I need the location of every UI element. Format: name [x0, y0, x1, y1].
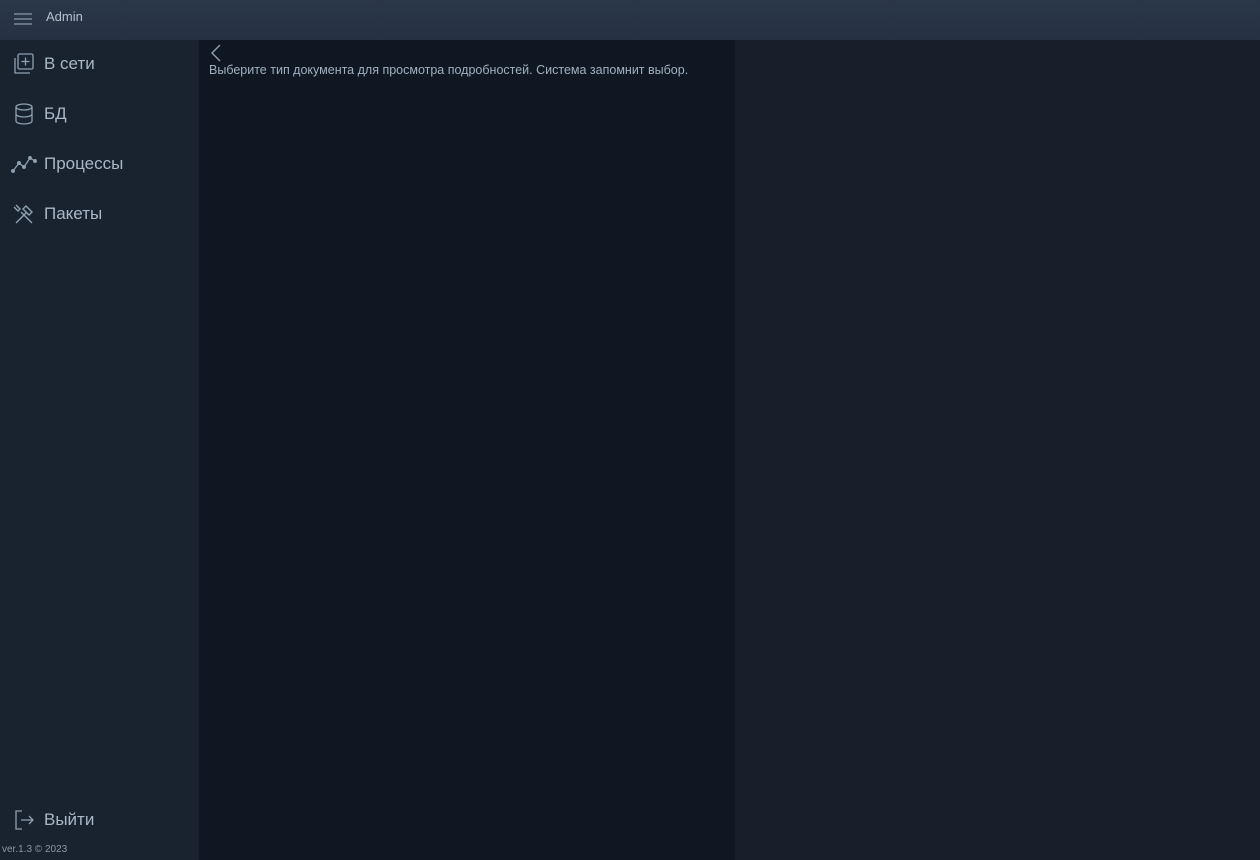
logout-label: Выйти: [44, 810, 95, 829]
top-bar: Admin: [0, 0, 1260, 40]
sidebar-item-label: Процессы: [44, 154, 124, 173]
app-title: Admin: [46, 9, 83, 24]
sidebar-item-processes[interactable]: Процессы: [0, 144, 199, 184]
tools-icon: [11, 201, 37, 227]
database-icon: [11, 101, 37, 127]
sidebar-item-label: Пакеты: [44, 204, 103, 223]
version-text: ver.1.3 © 2023: [2, 844, 68, 855]
panel-hint: Выберите тип документа для просмотра под…: [209, 63, 689, 77]
document-type-panel: Выберите тип документа для просмотра под…: [199, 40, 735, 860]
menu-icon: [14, 13, 32, 25]
app-window: Admin В сети БД Процессы Пакеты Выйти ve…: [0, 0, 1260, 860]
detail-panel: [735, 40, 1260, 860]
back-button[interactable]: [207, 42, 225, 64]
logout-icon: [11, 807, 37, 833]
sidebar-item-db[interactable]: БД: [0, 94, 199, 134]
sidebar: В сети БД Процессы Пакеты Выйти ver.1.3 …: [0, 40, 199, 860]
add-square-icon: [11, 51, 37, 77]
sidebar-item-online[interactable]: В сети: [0, 44, 199, 84]
chevron-left-icon: [210, 43, 222, 63]
chart-line-icon: [11, 151, 37, 177]
sidebar-item-packages[interactable]: Пакеты: [0, 194, 199, 234]
sidebar-item-label: БД: [44, 104, 67, 123]
logout-button[interactable]: Выйти: [0, 800, 199, 840]
menu-button[interactable]: [12, 9, 34, 29]
sidebar-item-label: В сети: [44, 54, 95, 73]
